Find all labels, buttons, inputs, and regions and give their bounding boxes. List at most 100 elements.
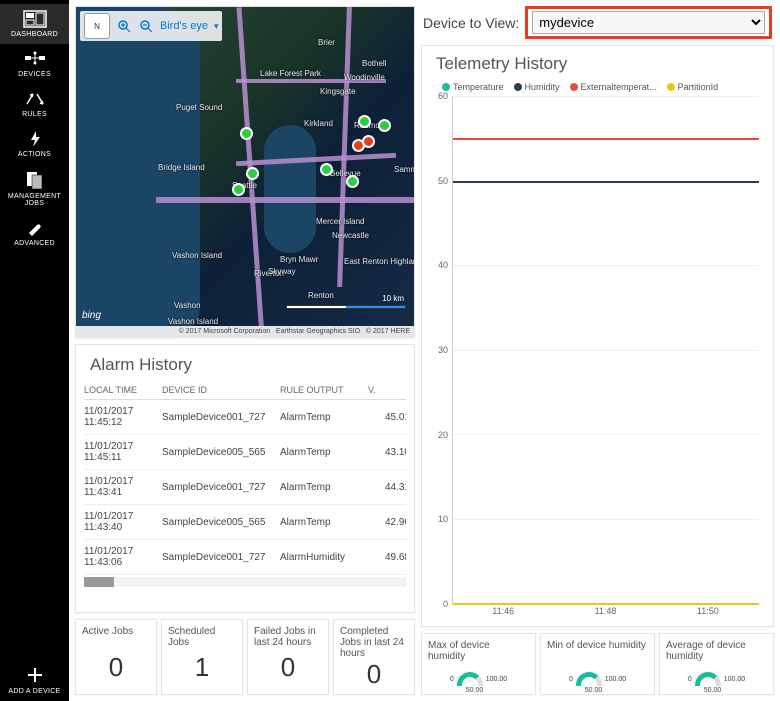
map-pin[interactable] xyxy=(378,119,391,132)
sidebar-item-devices[interactable]: DEVICES xyxy=(0,44,69,84)
gauge-visual: 0 50.00 100.00 xyxy=(547,672,648,686)
map-place-label: Lake Forest Park xyxy=(260,69,321,78)
advanced-icon xyxy=(23,219,47,237)
jobs-icon xyxy=(23,170,47,190)
plus-icon xyxy=(25,665,45,685)
sidebar-item-dashboard[interactable]: DASHBOARD xyxy=(0,4,69,44)
x-tick: 11:48 xyxy=(595,606,617,622)
map-place-label: Kingsgate xyxy=(320,87,356,96)
job-label: Scheduled Jobs xyxy=(168,626,236,652)
map-pin[interactable] xyxy=(240,127,253,140)
map-place-label: Newcastle xyxy=(332,231,369,240)
gauge-label: Max of device humidity xyxy=(428,640,529,666)
table-row[interactable]: 11/01/2017 11:43:40SampleDevice005_565Al… xyxy=(84,505,406,540)
gauge-tile: Max of device humidity 0 50.00 100.00 xyxy=(421,633,536,695)
scale-bar xyxy=(286,305,406,309)
map-place-label: East Renton Highlands xyxy=(344,257,415,266)
telemetry-chart[interactable]: 0102030405060 11:4611:4811:50 xyxy=(452,96,759,622)
map-place-label: Sammamish xyxy=(394,165,415,174)
device-selector-row: Device to View: mydevice xyxy=(421,6,774,39)
legend-item[interactable]: Humidity xyxy=(514,82,560,92)
legend-item[interactable]: PartitionId xyxy=(667,82,719,92)
gauge-label: Min of device humidity xyxy=(547,640,648,666)
map-toolbar: N Bird's eye ▾ xyxy=(80,11,222,41)
job-label: Completed Jobs in last 24 hours xyxy=(340,626,408,659)
table-row[interactable]: 11/01/2017 11:45:11SampleDevice005_565Al… xyxy=(84,435,406,470)
sidebar-label: ADD A DEVICE xyxy=(8,688,60,695)
map-place-label: Mercer Island xyxy=(316,217,364,226)
job-value: 0 xyxy=(340,659,408,690)
device-select[interactable]: mydevice xyxy=(532,11,765,34)
device-selector-label: Device to View: xyxy=(423,15,519,31)
map-pin[interactable] xyxy=(346,175,359,188)
legend-swatch xyxy=(667,83,675,91)
job-tile[interactable]: Completed Jobs in last 24 hours0 xyxy=(333,619,415,695)
y-tick: 20 xyxy=(438,430,448,440)
gauge-visual: 0 50.00 100.00 xyxy=(666,672,767,686)
map-view-select[interactable]: Bird's eye xyxy=(160,20,208,32)
map-pin[interactable] xyxy=(320,163,333,176)
job-value: 0 xyxy=(254,652,322,683)
x-tick: 11:46 xyxy=(492,606,514,622)
sidebar-item-actions[interactable]: ACTIONS xyxy=(0,124,69,164)
y-tick: 60 xyxy=(438,91,448,101)
sidebar-item-management-jobs[interactable]: MANAGEMENT JOBS xyxy=(0,164,69,213)
map-panel[interactable]: N Bird's eye ▾ BrierBothellLake Forest P… xyxy=(75,6,415,338)
table-row[interactable]: 11/01/2017 11:45:12SampleDevice001_727Al… xyxy=(84,400,406,435)
gauge-visual: 0 50.00 100.00 xyxy=(428,672,529,686)
gauge-tile: Min of device humidity 0 50.00 100.00 xyxy=(540,633,655,695)
map-place-label: Vashon Island xyxy=(172,251,222,260)
scale-label: 10 km xyxy=(382,294,404,303)
alarm-title: Alarm History xyxy=(90,355,406,375)
devices-icon xyxy=(23,50,47,68)
map-place-label: Bryn Mawr xyxy=(280,255,318,264)
table-row[interactable]: 11/01/2017 11:43:41SampleDevice001_727Al… xyxy=(84,470,406,505)
y-tick: 40 xyxy=(438,260,448,270)
series-line xyxy=(453,603,759,605)
chevron-down-icon: ▾ xyxy=(214,21,219,32)
sidebar-item-advanced[interactable]: ADVANCED xyxy=(0,213,69,253)
map-place-label: Bridge Island xyxy=(158,163,205,172)
map-place-label: Woodinville xyxy=(344,73,385,82)
job-value: 1 xyxy=(168,652,236,683)
zoom-out-icon[interactable] xyxy=(138,18,154,34)
map-pin[interactable] xyxy=(358,115,371,128)
bing-logo: bing xyxy=(82,310,101,321)
job-tile[interactable]: Scheduled Jobs1 xyxy=(161,619,243,695)
rules-icon xyxy=(23,90,47,108)
dashboard-icon xyxy=(23,10,47,28)
legend-item[interactable]: Externaltemperat... xyxy=(570,82,657,92)
map-place-label: Skyway xyxy=(268,267,296,276)
map-pin[interactable] xyxy=(246,167,259,180)
zoom-in-icon[interactable] xyxy=(116,18,132,34)
map-pin[interactable] xyxy=(232,183,245,196)
legend-swatch xyxy=(442,83,450,91)
gauge-arc-icon: 50.00 xyxy=(695,672,721,686)
x-tick: 11:50 xyxy=(697,606,719,622)
compass-icon[interactable]: N xyxy=(84,13,110,39)
map-pin[interactable] xyxy=(362,135,375,148)
gauge-tile: Average of device humidity 0 50.00 100.0… xyxy=(659,633,774,695)
legend-swatch xyxy=(514,83,522,91)
gauge-row: Max of device humidity 0 50.00 100.00 Mi… xyxy=(421,633,774,695)
gauge-label: Average of device humidity xyxy=(666,640,767,666)
table-row[interactable]: 11/01/2017 11:43:06SampleDevice001_727Al… xyxy=(84,540,406,575)
series-line xyxy=(453,138,759,140)
sidebar-item-rules[interactable]: RULES xyxy=(0,84,69,124)
legend-item[interactable]: Temperature xyxy=(442,82,504,92)
job-label: Failed Jobs in last 24 hours xyxy=(254,626,322,652)
map-place-label: Brier xyxy=(318,38,335,47)
job-tile[interactable]: Failed Jobs in last 24 hours0 xyxy=(247,619,329,695)
sidebar-item-add-device[interactable]: ADD A DEVICE xyxy=(0,659,69,701)
sidebar-label: DEVICES xyxy=(18,71,51,78)
job-tile[interactable]: Active Jobs0 xyxy=(75,619,157,695)
alarm-table-header: LOCAL TIME DEVICE ID RULE OUTPUT V. xyxy=(84,381,406,400)
sidebar-label: RULES xyxy=(22,111,47,118)
telemetry-panel: Telemetry History Temperature Humidity Ext… xyxy=(421,45,774,627)
telemetry-title: Telemetry History xyxy=(436,54,765,74)
gauge-arc-icon: 50.00 xyxy=(457,672,483,686)
device-selector-highlight: mydevice xyxy=(525,6,772,39)
map-place-label: Puget Sound xyxy=(176,103,222,112)
horizontal-scrollbar[interactable] xyxy=(84,577,406,587)
map-canvas[interactable]: BrierBothellLake Forest ParkWoodinvilleD… xyxy=(76,7,414,337)
